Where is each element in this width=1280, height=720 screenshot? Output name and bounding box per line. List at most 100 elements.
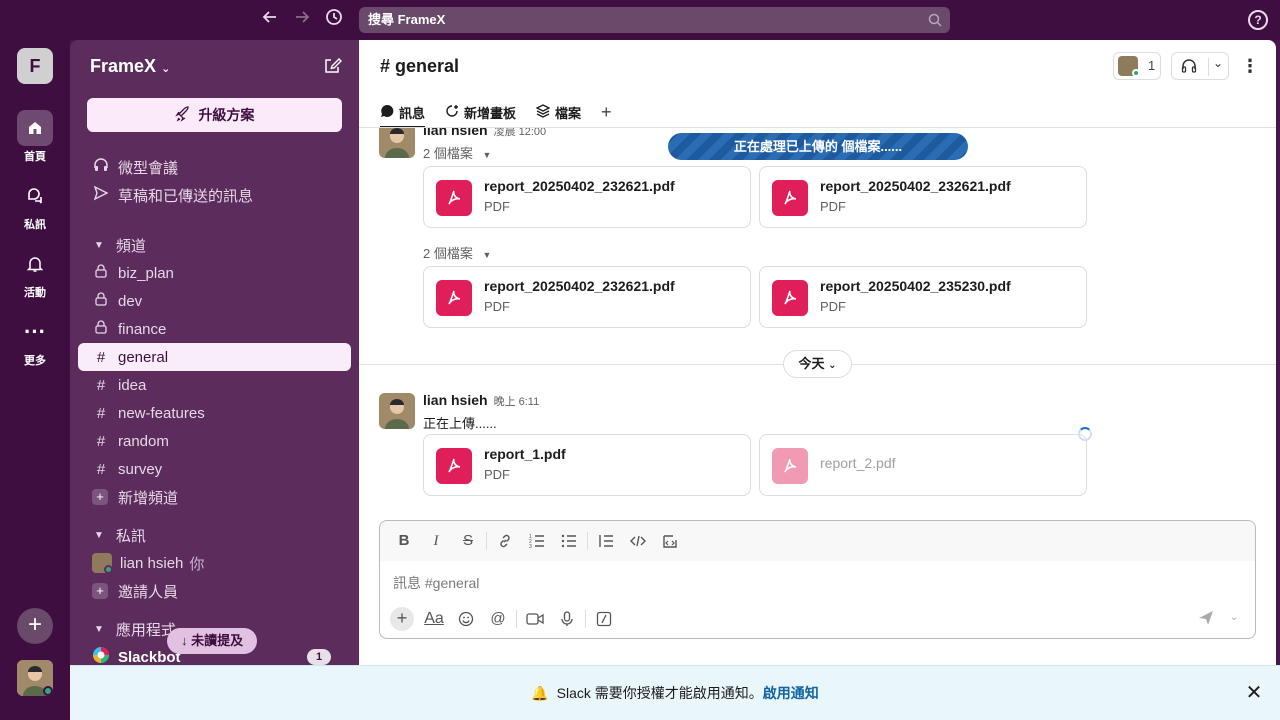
rail-home[interactable]: 首頁 bbox=[0, 110, 70, 164]
message-composer: B I S 123 訊息 #general + Aa @ ⌄ bbox=[379, 520, 1256, 639]
file-attachment-uploading[interactable]: report_2.pdf bbox=[759, 434, 1087, 496]
chevron-down-icon[interactable]: ⌄ bbox=[1227, 609, 1241, 627]
code-block-icon[interactable] bbox=[654, 527, 686, 555]
dms-section-header[interactable]: ▼ 私訊 bbox=[78, 521, 351, 549]
sidebar-item-channel[interactable]: # survey bbox=[78, 455, 351, 483]
mention-icon[interactable]: @ bbox=[482, 605, 514, 633]
search-input[interactable]: 搜尋 FrameX bbox=[359, 7, 950, 33]
strikethrough-icon[interactable]: S bbox=[452, 527, 484, 555]
forward-arrow-icon[interactable] bbox=[290, 8, 314, 32]
add-tab-button[interactable]: + bbox=[601, 98, 612, 126]
members-button[interactable]: 1 bbox=[1113, 52, 1161, 80]
back-arrow-icon[interactable] bbox=[258, 8, 282, 32]
history-clock-icon[interactable] bbox=[322, 8, 346, 32]
tab-canvas[interactable]: 新增畫板 bbox=[445, 98, 516, 126]
attach-plus-icon[interactable]: + bbox=[390, 607, 414, 631]
sidebar-item-channel[interactable]: # new-features bbox=[78, 399, 351, 427]
home-icon bbox=[17, 110, 53, 146]
divider bbox=[1208, 58, 1209, 76]
tab-files[interactable]: 檔案 bbox=[535, 98, 581, 126]
unread-mentions-label: 未讀提及 bbox=[191, 633, 244, 648]
channel-more-icon[interactable]: ⋮ bbox=[1241, 54, 1259, 78]
rocket-icon bbox=[174, 106, 199, 123]
day-divider-button[interactable]: 今天 ⌄ bbox=[783, 350, 852, 378]
sidebar-item-huddles[interactable]: 微型會議 bbox=[78, 153, 351, 181]
sidebar-item-drafts[interactable]: 草稿和已傳送的訊息 bbox=[78, 181, 351, 209]
file-attachment[interactable]: report_1.pdf PDF bbox=[423, 434, 751, 496]
tab-messages[interactable]: 訊息 bbox=[380, 98, 426, 128]
slash-command-icon[interactable] bbox=[588, 605, 620, 633]
upgrade-plan-button[interactable]: 升級方案 bbox=[87, 98, 342, 132]
ordered-list-icon[interactable]: 123 bbox=[521, 527, 553, 555]
text-format-icon[interactable]: Aa bbox=[418, 605, 450, 633]
message-input[interactable]: 訊息 #general bbox=[393, 573, 479, 593]
file-type: PDF bbox=[820, 199, 846, 214]
sender-name: lian hsieh bbox=[423, 392, 488, 408]
message-sender[interactable]: lian hsieh 凌晨 12:00 bbox=[423, 128, 546, 139]
unread-mentions-button[interactable]: ↓ 未讀提及 bbox=[167, 628, 258, 654]
add-workspace-button[interactable]: + bbox=[17, 608, 53, 644]
microphone-icon[interactable] bbox=[551, 605, 583, 633]
channel-name: general bbox=[118, 348, 169, 366]
sidebar-item-channel-active[interactable]: # general bbox=[78, 343, 351, 371]
day-label: 今天 bbox=[798, 356, 825, 371]
video-icon[interactable] bbox=[519, 605, 551, 633]
sidebar-item-label: 微型會議 bbox=[118, 159, 179, 177]
files-group-toggle[interactable]: 2 個檔案 ▼ bbox=[423, 243, 491, 262]
chevron-down-icon[interactable]: ⌄ bbox=[1213, 56, 1223, 70]
channels-section-header[interactable]: ▼ 頻道 bbox=[78, 231, 351, 259]
blockquote-icon[interactable] bbox=[590, 527, 622, 555]
message-sender[interactable]: lian hsieh 晚上 6:11 bbox=[423, 392, 539, 409]
lock-icon bbox=[92, 264, 110, 282]
invite-people-button[interactable]: + 邀請人員 bbox=[78, 577, 351, 605]
code-icon[interactable] bbox=[622, 527, 654, 555]
channel-name: random bbox=[118, 432, 169, 450]
italic-icon[interactable]: I bbox=[420, 527, 452, 555]
enable-notifications-link[interactable]: 啟用通知 bbox=[763, 683, 819, 703]
message-time[interactable]: 凌晨 12:00 bbox=[494, 128, 547, 138]
sidebar-item-channel[interactable]: biz_plan bbox=[78, 259, 351, 287]
pdf-icon bbox=[772, 180, 808, 216]
message-time[interactable]: 晚上 6:11 bbox=[494, 396, 540, 408]
emoji-icon[interactable] bbox=[450, 605, 482, 633]
workspace-name-menu[interactable]: FrameX ⌄ bbox=[90, 56, 170, 77]
sidebar-item-channel[interactable]: finance bbox=[78, 315, 351, 343]
rail-label-more: 更多 bbox=[24, 355, 46, 367]
compose-icon[interactable] bbox=[323, 56, 343, 76]
avatar[interactable] bbox=[379, 393, 415, 429]
workspace-name: FrameX bbox=[90, 56, 157, 76]
sidebar-item-channel[interactable]: # idea bbox=[78, 371, 351, 399]
files-group-toggle[interactable]: 2 個檔案 ▼ bbox=[423, 143, 491, 162]
help-icon[interactable]: ? bbox=[1248, 10, 1268, 30]
file-attachment[interactable]: report_20250402_232621.pdf PDF bbox=[423, 266, 751, 328]
rail-activity[interactable]: 活動 bbox=[0, 246, 70, 300]
channel-name: dev bbox=[118, 292, 143, 310]
bold-icon[interactable]: B bbox=[388, 527, 420, 555]
link-icon[interactable] bbox=[489, 527, 521, 555]
sidebar-item-label: 草稿和已傳送的訊息 bbox=[118, 187, 254, 205]
pdf-icon bbox=[772, 280, 808, 316]
send-icon[interactable] bbox=[1197, 609, 1215, 627]
pdf-icon bbox=[772, 448, 808, 484]
add-channel-button[interactable]: + 新增頻道 bbox=[78, 483, 351, 511]
huddle-button[interactable]: ⌄ bbox=[1171, 52, 1229, 80]
sidebar-item-channel[interactable]: dev bbox=[78, 287, 351, 315]
sidebar-item-channel[interactable]: # random bbox=[78, 427, 351, 455]
lock-icon bbox=[92, 320, 110, 338]
close-icon[interactable]: ✕ bbox=[1244, 683, 1264, 703]
file-attachment[interactable]: report_20250402_232621.pdf PDF bbox=[423, 166, 751, 228]
file-attachment[interactable]: report_20250402_235230.pdf PDF bbox=[759, 266, 1087, 328]
file-name: report_20250402_232621.pdf bbox=[484, 178, 675, 194]
channel-title[interactable]: # general bbox=[380, 56, 459, 77]
avatar[interactable] bbox=[379, 128, 415, 158]
rail-more[interactable]: ··· 更多 bbox=[0, 314, 70, 368]
sidebar-item-dm-self[interactable]: lian hsieh 你 bbox=[78, 549, 351, 577]
rail-dms[interactable]: 私訊 bbox=[0, 178, 70, 232]
notification-permission-banner: 🔔 Slack 需要你授權才能啟用通知。 啟用通知 ✕ bbox=[70, 665, 1280, 720]
channel-view: # general 1 ⌄ ⋮ 訊息 新增畫板 檔案 + lian hsieh … bbox=[359, 40, 1276, 665]
chevron-down-icon: ⌄ bbox=[161, 63, 171, 75]
avatar bbox=[92, 553, 113, 574]
bullet-list-icon[interactable] bbox=[553, 527, 585, 555]
file-attachment[interactable]: report_20250402_232621.pdf PDF bbox=[759, 166, 1087, 228]
workspace-switcher[interactable]: F bbox=[17, 48, 53, 84]
